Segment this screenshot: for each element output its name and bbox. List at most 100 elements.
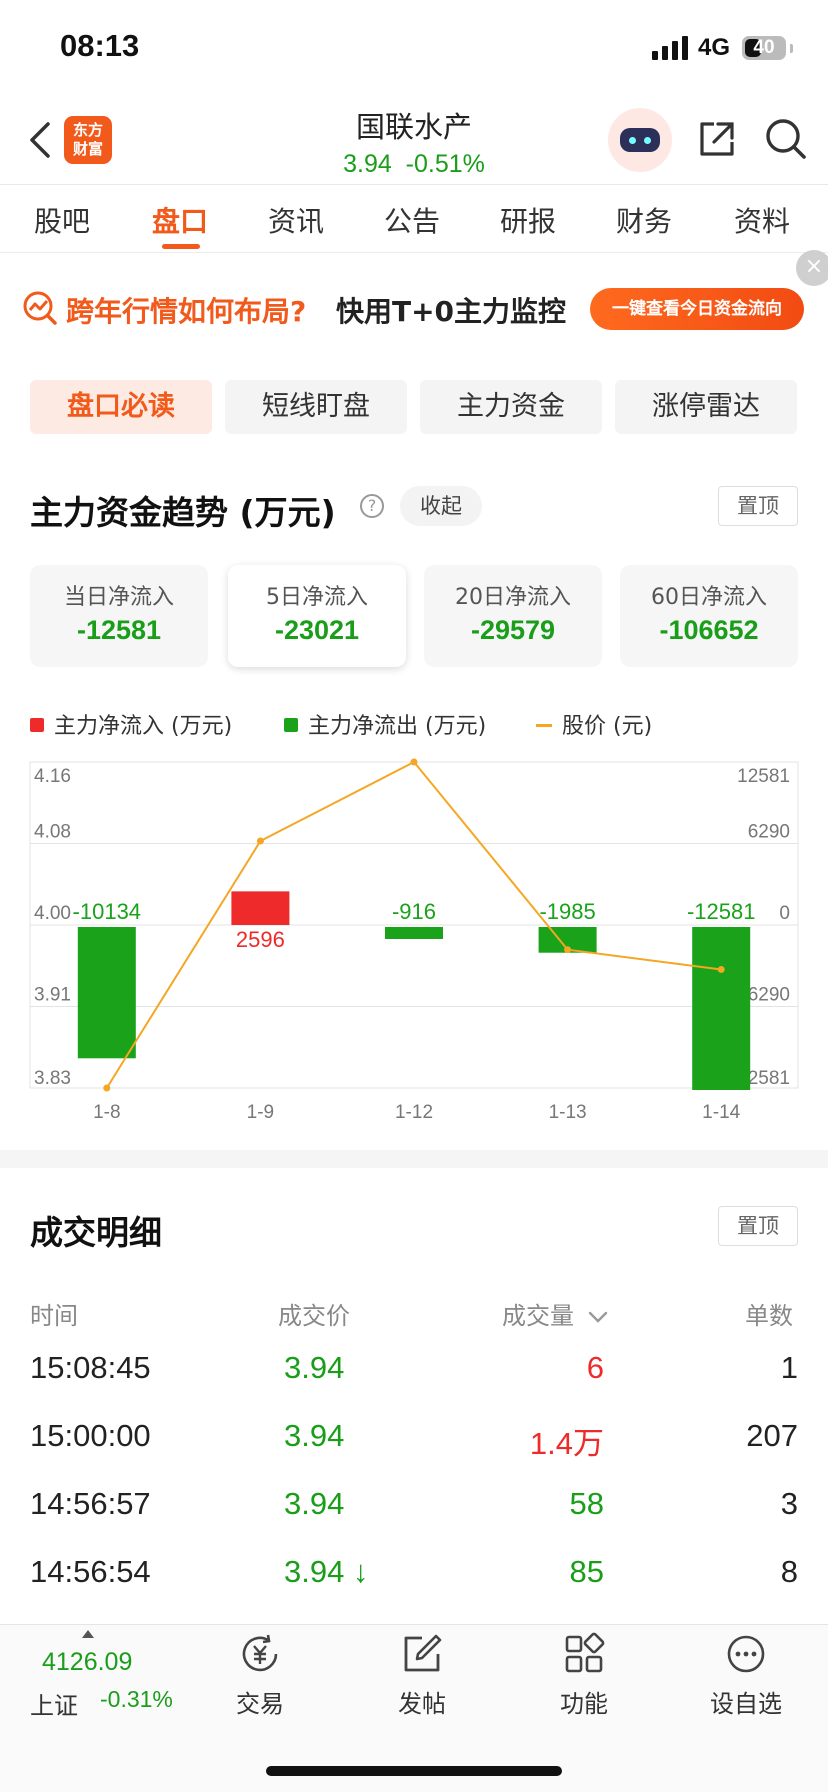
bottom-post[interactable]: 发帖 bbox=[362, 1632, 482, 1719]
sort-chevron-down-icon[interactable] bbox=[588, 1310, 608, 1324]
flow-bar bbox=[231, 891, 290, 925]
trade-count: 207 bbox=[746, 1418, 798, 1453]
flow-card-60day[interactable]: 60日净流入 -106652 bbox=[620, 565, 798, 667]
battery-icon: 40 bbox=[742, 36, 786, 60]
y-left-tick-label: 4.16 bbox=[34, 766, 71, 787]
network-type: 4G bbox=[698, 34, 731, 61]
y-left-tick-label: 3.83 bbox=[34, 1068, 71, 1089]
tab-finance[interactable]: 财务 bbox=[616, 200, 672, 240]
flow-card-label: 60日净流入 bbox=[651, 585, 767, 610]
trade-volume: 58 bbox=[569, 1486, 604, 1521]
subtab-limit-up-radar[interactable]: 涨停雷达 bbox=[615, 380, 797, 434]
trade-count: 8 bbox=[780, 1554, 798, 1589]
assistant-robot-icon[interactable] bbox=[608, 108, 672, 172]
search-icon[interactable] bbox=[764, 117, 808, 161]
tab-research[interactable]: 研报 bbox=[500, 200, 556, 240]
expand-caret-icon[interactable] bbox=[82, 1630, 94, 1638]
pin-top-button[interactable]: 置顶 bbox=[718, 486, 798, 526]
legend-outflow: 主力净流出 (万元) bbox=[284, 708, 486, 740]
x-tick-label: 1-12 bbox=[395, 1102, 433, 1123]
flow-card-today[interactable]: 当日净流入 -12581 bbox=[30, 565, 208, 667]
index-value[interactable]: 4126.09 bbox=[42, 1648, 132, 1677]
bar-value-label: -916 bbox=[392, 899, 436, 924]
bottom-functions[interactable]: 功能 bbox=[524, 1632, 644, 1719]
tab-announcements[interactable]: 公告 bbox=[384, 200, 440, 240]
price-point bbox=[717, 965, 725, 973]
index-name[interactable]: 上证 bbox=[30, 1686, 78, 1721]
fund-trend-title: 主力资金趋势 (万元) bbox=[30, 493, 336, 532]
subtab-short-term[interactable]: 短线盯盘 bbox=[225, 380, 407, 434]
bottom-trade[interactable]: 交易 bbox=[200, 1632, 320, 1719]
trade-time: 14:56:54 bbox=[30, 1554, 151, 1589]
signal-icon bbox=[652, 36, 690, 60]
battery-cap bbox=[790, 44, 793, 53]
help-icon[interactable]: ? bbox=[360, 494, 384, 518]
trade-price: 3.94 ↓ bbox=[284, 1554, 369, 1589]
flow-card-value: -23021 bbox=[274, 615, 360, 645]
header-volume[interactable]: 成交量 bbox=[502, 1296, 608, 1331]
trades-pin-button[interactable]: 置顶 bbox=[718, 1206, 798, 1246]
trade-price: 3.94 bbox=[284, 1350, 345, 1385]
more-dots-icon bbox=[724, 1632, 768, 1676]
bottom-trade-label: 交易 bbox=[236, 1690, 284, 1718]
legend-price: 股价 (元) bbox=[536, 708, 652, 740]
x-tick-label: 1-9 bbox=[247, 1102, 274, 1123]
legend-price-label: 股价 (元) bbox=[562, 714, 653, 739]
bar-value-label: -12581 bbox=[687, 899, 756, 924]
collapse-button[interactable]: 收起 bbox=[400, 486, 482, 526]
flow-card-5day[interactable]: 5日净流入 -23021 bbox=[228, 565, 406, 667]
banner-close-icon[interactable]: × bbox=[796, 250, 828, 286]
trade-count: 1 bbox=[780, 1350, 798, 1385]
home-indicator bbox=[266, 1766, 562, 1776]
share-icon[interactable] bbox=[696, 118, 738, 160]
legend-outflow-label: 主力净流出 (万元) bbox=[308, 714, 487, 739]
edit-icon bbox=[400, 1632, 444, 1676]
trade-volume: 85 bbox=[569, 1554, 604, 1589]
legend-inflow-label: 主力净流入 (万元) bbox=[54, 714, 233, 739]
y-left-tick-label: 4.08 bbox=[34, 822, 71, 843]
trade-time: 14:56:57 bbox=[30, 1486, 151, 1521]
flow-card-value: -106652 bbox=[659, 615, 759, 645]
tab-pankou[interactable]: 盘口 bbox=[152, 200, 208, 240]
stock-change: -0.51% bbox=[405, 150, 485, 178]
grid-apps-icon bbox=[562, 1632, 606, 1676]
x-tick-label: 1-13 bbox=[549, 1102, 587, 1123]
trade-time: 15:08:45 bbox=[30, 1350, 151, 1385]
banner-headline[interactable]: 跨年行情如何布局? bbox=[66, 290, 306, 330]
price-point bbox=[410, 758, 418, 766]
legend-inflow-swatch bbox=[30, 718, 44, 732]
header-count: 单数 bbox=[745, 1302, 793, 1330]
trade-time: 15:00:00 bbox=[30, 1418, 151, 1453]
bar-value-label: -10134 bbox=[73, 899, 142, 924]
y-right-tick-label: 6290 bbox=[748, 822, 790, 843]
subtab-main-funds[interactable]: 主力资金 bbox=[420, 380, 602, 434]
tab-guba[interactable]: 股吧 bbox=[34, 200, 90, 240]
price-point bbox=[256, 837, 264, 845]
trades-title: 成交明细 bbox=[30, 1213, 162, 1252]
trend-icon bbox=[22, 290, 58, 326]
trade-count: 3 bbox=[780, 1486, 798, 1521]
tab-news[interactable]: 资讯 bbox=[268, 200, 324, 240]
flow-bar bbox=[692, 927, 751, 1090]
bottom-add-watchlist[interactable]: 设自选 bbox=[686, 1632, 806, 1719]
flow-card-label: 5日净流入 bbox=[266, 585, 368, 610]
tab-profile[interactable]: 资料 bbox=[734, 200, 790, 240]
tabs-divider bbox=[0, 252, 828, 253]
yen-exchange-icon bbox=[238, 1632, 282, 1676]
legend-inflow: 主力净流入 (万元) bbox=[30, 708, 232, 740]
header-price: 成交价 bbox=[278, 1302, 350, 1330]
trade-volume: 1.4万 bbox=[529, 1426, 604, 1461]
fund-flow-button[interactable]: 一键查看今日资金流向 bbox=[590, 288, 804, 330]
fund-flow-chart[interactable]: 125814.1662904.0804.00-62903.91-125813.8… bbox=[0, 750, 828, 1130]
x-tick-label: 1-8 bbox=[93, 1102, 120, 1123]
y-right-tick-label: 12581 bbox=[737, 766, 790, 787]
bottom-post-label: 发帖 bbox=[398, 1690, 446, 1718]
price-point bbox=[564, 946, 572, 954]
subtab-must-read[interactable]: 盘口必读 bbox=[30, 380, 212, 434]
banner-subline[interactable]: 快用T+0主力监控 bbox=[336, 290, 566, 330]
bar-value-label: 2596 bbox=[236, 927, 285, 952]
section-gap bbox=[0, 1150, 828, 1168]
index-change[interactable]: -0.31% bbox=[100, 1686, 173, 1713]
flow-card-20day[interactable]: 20日净流入 -29579 bbox=[424, 565, 602, 667]
battery-level: 40 bbox=[753, 37, 775, 58]
